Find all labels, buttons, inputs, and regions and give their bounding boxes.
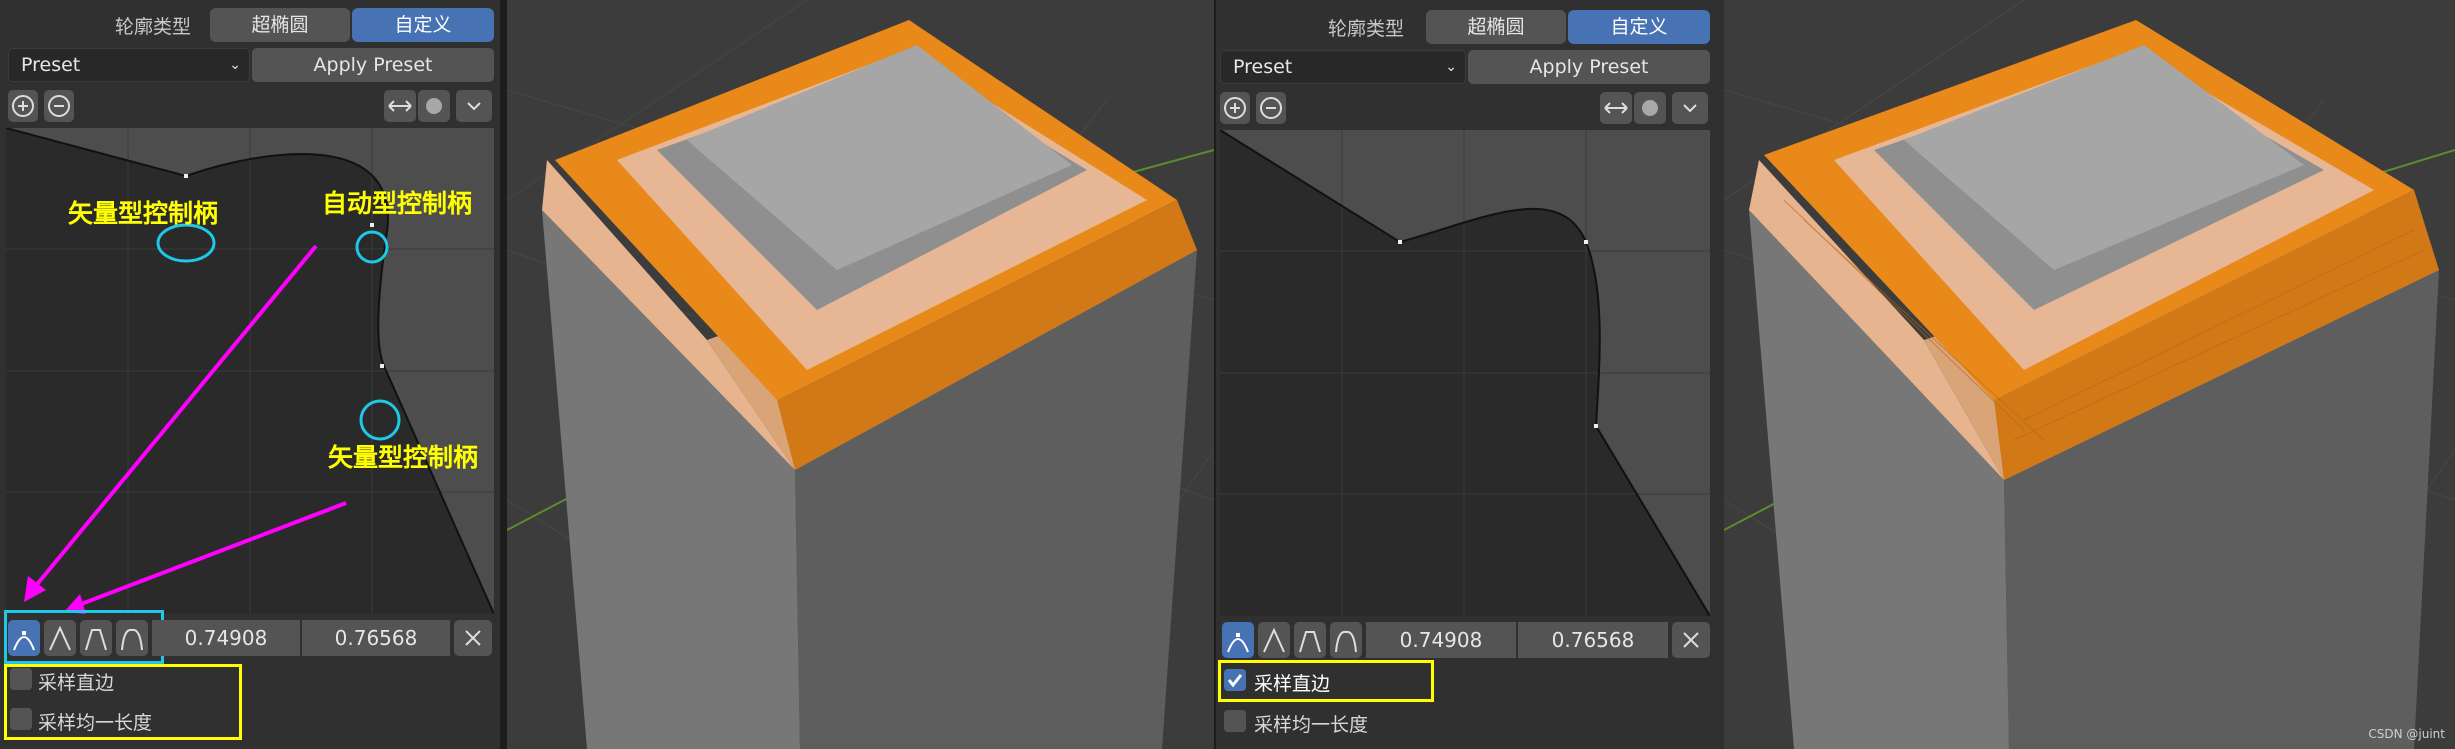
handle-free-button-right[interactable] [1330,622,1362,658]
preset-dropdown[interactable]: Preset ⌄ [8,48,250,82]
handle-auto-clamped-button-right[interactable] [1294,622,1326,658]
chevron-down-icon [467,102,481,111]
preset-dropdown-right[interactable]: Preset ⌄ [1220,50,1466,84]
checkmark-icon [1227,674,1243,688]
preset-dropdown-value: Preset [21,54,81,76]
custom-option-right[interactable]: 自定义 [1568,10,1710,44]
handle-free-button[interactable] [116,620,148,656]
bevel-mesh-right [1724,0,2455,749]
curve-editor[interactable]: 矢量型控制柄 自动型控制柄 矢量型控制柄 [6,128,494,614]
vector-handle-annotation: 矢量型控制柄 [68,199,219,228]
clip-button-right[interactable] [1634,92,1666,124]
reset-view-button-right[interactable] [1600,92,1632,124]
sample-even-lengths-checkbox-right[interactable] [1224,710,1246,732]
profile-type-label: 轮廓类型 [115,16,192,38]
zoom-in-icon [1224,97,1246,119]
clip-icon [1642,100,1658,116]
handle-vector-icon [1263,627,1285,653]
sample-straight-edges-label-right: 采样直边 [1254,673,1331,695]
profile-panel-left: 轮廓类型 超椭圆 自定义 Preset ⌄ Apply Preset 矢量型控制… [0,0,500,749]
bevel-mesh-left [507,0,1214,749]
handle-free-icon [121,628,143,651]
superellipse-option-right[interactable]: 超椭圆 [1426,10,1566,44]
sample-even-lengths-checkbox[interactable] [10,708,32,730]
viewport-right[interactable]: CSDN @juint [1724,0,2455,749]
handle-free-icon [1335,630,1357,653]
sample-straight-edges-checkbox[interactable] [10,668,32,690]
delete-point-button[interactable] [454,620,492,656]
curve-graph-right [1220,130,1710,616]
reset-view-button[interactable] [384,90,416,122]
zoom-in-icon [12,95,34,117]
apply-preset-button[interactable]: Apply Preset [252,48,494,82]
auto-handle-annotation: 自动型控制柄 [322,189,473,218]
handle-y-value-right[interactable]: 0.76568 [1518,622,1668,658]
watermark: CSDN @juint [2368,727,2445,741]
curve-editor-right[interactable] [1220,130,1710,616]
handle-auto-button-right[interactable] [1222,622,1254,658]
delete-point-button-right[interactable] [1672,622,1710,658]
clip-icon [426,98,442,114]
zoom-in-button[interactable] [8,90,38,122]
sample-straight-edges-checkbox-right[interactable] [1224,669,1246,691]
handle-auto-clamped-icon [85,629,107,651]
handle-vector-button[interactable] [44,620,76,656]
sample-even-lengths-label-right: 采样均一长度 [1254,714,1369,736]
handle-vector-button-right[interactable] [1258,622,1290,658]
handle-vector-icon [49,625,71,651]
clip-button[interactable] [418,90,450,122]
zoom-out-icon [48,95,70,117]
profile-type-label-right: 轮廓类型 [1328,18,1405,40]
zoom-in-button-right[interactable] [1220,92,1250,124]
superellipse-option[interactable]: 超椭圆 [210,8,350,42]
handle-auto-clamped-button[interactable] [80,620,112,656]
profile-panel-right: 轮廓类型 超椭圆 自定义 Preset ⌄ Apply Preset 0.749… [1216,0,1724,749]
handle-x-value-right[interactable]: 0.74908 [1366,622,1516,658]
handle-x-value[interactable]: 0.74908 [152,620,300,656]
vector-handle-annotation-2: 矢量型控制柄 [328,443,479,472]
delete-x-icon [465,630,481,646]
custom-option[interactable]: 自定义 [352,8,494,42]
chevron-down-icon: ⌄ [1445,59,1457,75]
handle-auto-icon [13,631,35,651]
viewport-left[interactable] [507,0,1214,749]
handle-auto-icon [1227,633,1249,653]
sample-even-lengths-label: 采样均一长度 [38,712,153,734]
handle-y-value[interactable]: 0.76568 [302,620,450,656]
reset-view-icon [1604,102,1628,114]
handle-auto-button[interactable] [8,620,40,656]
chevron-down-icon: ⌄ [229,57,241,73]
curve-options-button-right[interactable] [1672,92,1708,124]
zoom-out-button-right[interactable] [1256,92,1286,124]
apply-preset-button-right[interactable]: Apply Preset [1468,50,1710,84]
zoom-out-button[interactable] [44,90,74,122]
reset-view-icon [388,100,412,112]
sample-straight-edges-label: 采样直边 [38,672,115,694]
handle-auto-clamped-icon [1299,631,1321,653]
delete-x-icon [1683,632,1699,648]
curve-options-button[interactable] [456,90,492,122]
preset-dropdown-value-right: Preset [1233,56,1293,78]
chevron-down-icon [1683,104,1697,113]
zoom-out-icon [1260,97,1282,119]
